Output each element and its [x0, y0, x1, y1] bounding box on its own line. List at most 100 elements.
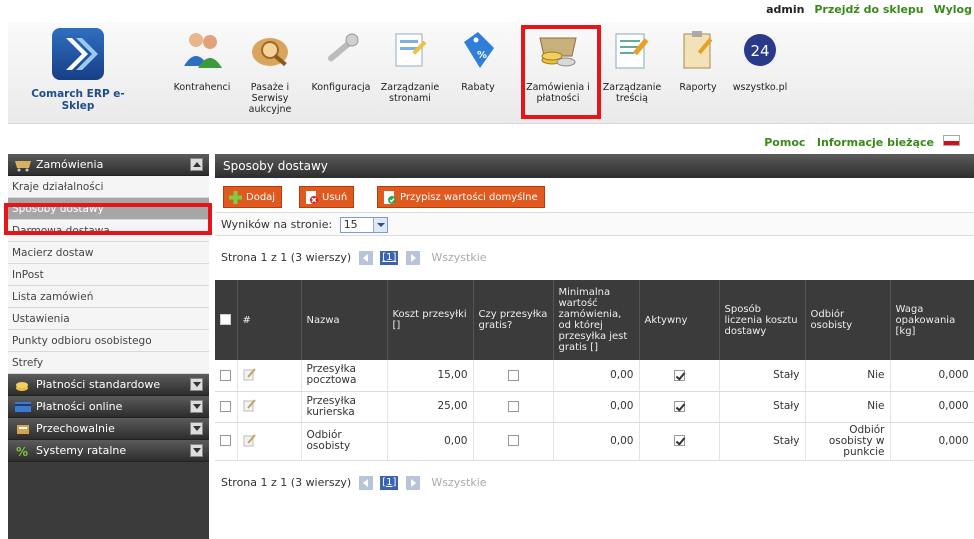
pager-text: Strona 1 z 1 (3 wierszy)	[221, 475, 352, 489]
per-page-value: 15	[343, 218, 358, 231]
svg-text:%: %	[16, 445, 28, 458]
nav-zarzadzanie-stronami[interactable]: Zarządzanie stronami	[378, 28, 442, 104]
next-page-icon[interactable]	[405, 475, 420, 490]
collapse-icon[interactable]	[190, 158, 203, 171]
polish-flag-icon[interactable]	[943, 135, 960, 146]
nav-label: treścią	[616, 93, 648, 104]
cell-weight: 0,000	[890, 391, 974, 423]
sidebar-item-ustawienia[interactable]: Ustawienia	[8, 308, 209, 330]
section-label: Płatności standardowe	[36, 378, 161, 391]
expand-icon[interactable]	[190, 444, 203, 457]
auction-icon	[248, 28, 292, 72]
header-active[interactable]: Aktywny	[639, 280, 720, 360]
nav-label: Konfiguracja	[311, 82, 371, 93]
top-links: admin Przejdź do sklepu Wylog	[766, 3, 972, 16]
show-all-link[interactable]: Wszystkie	[431, 251, 486, 264]
expand-icon[interactable]	[190, 422, 203, 435]
nav-konfiguracja[interactable]: Konfiguracja	[308, 28, 374, 93]
expand-icon[interactable]	[190, 400, 203, 413]
section-zamowienia[interactable]: Zamówienia	[8, 154, 209, 176]
edit-icon[interactable]	[243, 367, 257, 381]
cell-pickup: Odbiór osobisty w punkcie	[805, 422, 891, 461]
nav-wszystko[interactable]: 24 wszystko.pl	[728, 28, 792, 93]
pager-text: Strona 1 z 1 (3 wierszy)	[221, 251, 352, 264]
nav-label: aukcyjne	[248, 104, 292, 115]
info-links: Pomoc Informacje bieżące	[764, 136, 934, 149]
section-platnosci-standardowe[interactable]: Płatności standardowe	[8, 374, 209, 396]
cell-name: Przesyłka pocztowa	[301, 360, 388, 392]
prev-page-icon[interactable]	[358, 251, 373, 265]
nav-raporty[interactable]: Raporty	[672, 28, 724, 93]
nav-rabaty[interactable]: % Rabaty	[448, 28, 508, 93]
header-free[interactable]: Czy przesyłka gratis?	[473, 280, 554, 360]
row-checkbox[interactable]	[220, 400, 231, 412]
row-checkbox[interactable]	[220, 369, 231, 381]
help-link[interactable]: Pomoc	[764, 136, 805, 149]
nav-label: stronami	[389, 93, 431, 104]
section-platnosci-online[interactable]: Płatności online	[8, 396, 209, 418]
page-number-link[interactable]: [1]	[380, 475, 399, 490]
page-number-link[interactable]: [1]	[380, 251, 399, 265]
edit-icon[interactable]	[243, 433, 257, 447]
nav-zarzadzanie-trescia[interactable]: Zarządzanie treścią	[602, 28, 662, 104]
nav-label: wszystko.pl	[732, 82, 788, 93]
header-cost[interactable]: Koszt przesyłki []	[387, 280, 474, 360]
select-all-checkbox[interactable]	[220, 314, 231, 326]
top-bar: admin Przejdź do sklepu Wylog	[0, 0, 974, 22]
per-page-select[interactable]: 15	[339, 217, 388, 233]
section-przechowalnie[interactable]: Przechowalnie	[8, 418, 209, 440]
shop-link[interactable]: Przejdź do sklepu	[814, 3, 923, 16]
table-row[interactable]: Przesyłka kurierska 25,00 0,00 Stały Nie…	[215, 391, 974, 423]
sidebar-item-lista-zamowien[interactable]: Lista zamówień	[8, 286, 209, 308]
brand[interactable]: Comarch ERP e-Sklep	[18, 28, 138, 112]
header-name[interactable]: Nazwa	[301, 280, 388, 360]
header-pickup[interactable]: Odbiór osobisty	[805, 280, 891, 360]
current-info-link[interactable]: Informacje bieżące	[817, 136, 934, 149]
delete-button[interactable]: Usuń	[299, 186, 355, 208]
show-all-link[interactable]: Wszystkie	[431, 476, 486, 489]
cell-min-value: 0,00	[553, 391, 640, 423]
page-edit-icon	[388, 28, 432, 72]
sidebar-item-strefy[interactable]: Strefy	[8, 352, 209, 374]
prev-page-icon[interactable]	[358, 475, 373, 490]
pager-top: Strona 1 z 1 (3 wierszy) [1] Wszystkie	[215, 236, 974, 280]
sidebar-item-kraje[interactable]: Kraje działalności	[8, 176, 209, 198]
storage-icon	[14, 422, 32, 436]
cell-cost: 0,00	[387, 422, 474, 461]
free-checkbox	[507, 369, 519, 381]
expand-icon[interactable]	[190, 378, 203, 391]
header-select-all[interactable]	[215, 280, 238, 360]
edit-icon[interactable]	[243, 398, 257, 412]
section-label: Zamówienia	[36, 158, 104, 171]
sidebar-item-inpost[interactable]: InPost	[8, 264, 209, 286]
defaults-label: Przypisz wartości domyślne	[400, 192, 538, 203]
logout-link[interactable]: Wylog	[933, 3, 972, 16]
header-calc[interactable]: Sposób liczenia kosztu dostawy	[719, 280, 806, 360]
next-page-icon[interactable]	[405, 251, 420, 265]
header-weight[interactable]: Waga opakowania [kg]	[890, 280, 974, 360]
nav-label: Zarządzanie	[380, 82, 440, 93]
clipboard-icon	[676, 28, 720, 72]
cell-cost: 15,00	[387, 360, 474, 392]
cell-pickup: Nie	[805, 360, 891, 392]
nav-label: Raporty	[679, 82, 717, 93]
sidebar-item-macierz[interactable]: Macierz dostaw	[8, 242, 209, 264]
free-checkbox	[507, 435, 519, 447]
orders-icon	[14, 158, 32, 172]
nav-kontrahenci[interactable]: Kontrahenci	[172, 28, 232, 93]
sidebar-item-punkty-odbioru[interactable]: Punkty odbioru osobistego	[8, 330, 209, 352]
header-min-value[interactable]: Minimalna wartość zamówienia, od której …	[553, 280, 640, 360]
nav-pasaze[interactable]: Pasaże i Serwisy aukcyjne	[234, 28, 306, 115]
assign-defaults-button[interactable]: Przypisz wartości domyślne	[377, 186, 545, 208]
pager-bottom: Strona 1 z 1 (3 wierszy) [1] Wszystkie	[215, 460, 974, 505]
section-systemy-ratalne[interactable]: % Systemy ratalne	[8, 440, 209, 462]
table-row[interactable]: Odbiór osobisty 0,00 0,00 Stały Odbiór o…	[215, 422, 974, 461]
chevron-down-icon	[372, 218, 387, 232]
module-navigation: Comarch ERP e-Sklep Kontrahenci Pasaże i…	[8, 22, 974, 124]
active-checkbox	[673, 400, 685, 412]
row-checkbox[interactable]	[220, 435, 231, 447]
cell-min-value: 0,00	[553, 422, 640, 461]
table-row[interactable]: Przesyłka pocztowa 15,00 0,00 Stały Nie …	[215, 360, 974, 392]
card-icon	[14, 400, 32, 414]
add-button[interactable]: Dodaj	[223, 186, 283, 208]
